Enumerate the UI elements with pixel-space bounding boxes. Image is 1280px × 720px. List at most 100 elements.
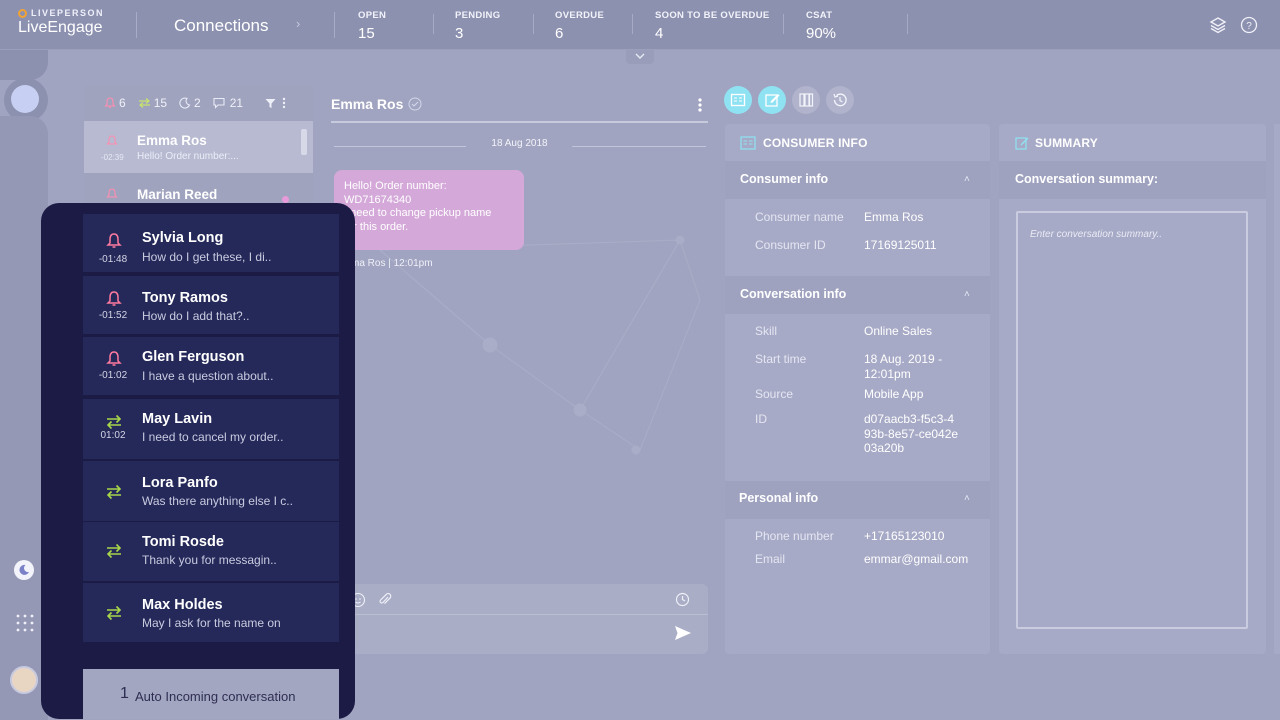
section-title: Personal info: [739, 491, 819, 505]
library-icon: [799, 93, 814, 107]
queue-item-time: -01:48: [98, 254, 128, 265]
kpi-open[interactable]: OPEN 15: [358, 10, 386, 42]
send-icon[interactable]: [673, 624, 693, 642]
field-value: 17169125011: [864, 238, 937, 252]
tab-library[interactable]: [792, 86, 820, 114]
summary-placeholder: Enter conversation summary..: [1030, 229, 1163, 240]
filter-icon[interactable]: [265, 98, 276, 109]
brand-logo[interactable]: LIVEPERSON LiveEngage: [18, 8, 104, 37]
field-label: Skill: [755, 324, 778, 338]
chevron-down-icon: [635, 53, 645, 59]
alerts-count: 6: [119, 96, 126, 110]
divider: [340, 614, 708, 615]
chat-more-icon[interactable]: [697, 98, 703, 112]
away-status-button[interactable]: [14, 560, 34, 580]
away-count: 2: [194, 96, 201, 110]
unread-dot: [282, 196, 289, 203]
messages-filter[interactable]: 21: [213, 96, 243, 110]
avatar[interactable]: [10, 666, 38, 694]
help-icon[interactable]: ?: [1240, 16, 1258, 34]
kpi-csat[interactable]: CSAT 90%: [806, 10, 836, 42]
agent-status-dot[interactable]: [11, 85, 39, 113]
bell-icon: [106, 233, 122, 248]
kpi-value: 3: [455, 25, 464, 42]
message-icon: [213, 97, 225, 109]
kpi-value: 6: [555, 25, 564, 42]
chevron-up-icon[interactable]: ˄: [964, 493, 970, 504]
queue-item[interactable]: -01:48 Sylvia Long How do I get these, I…: [83, 214, 339, 272]
transfers-count: 15: [153, 96, 168, 110]
chevron-up-icon[interactable]: ˄: [964, 289, 970, 300]
top-bar: LIVEPERSON LiveEngage Connections › OPEN…: [0, 0, 1280, 50]
edit-icon: [1015, 137, 1029, 150]
divider: [331, 121, 708, 123]
id-card-icon: [730, 93, 746, 107]
queue-item[interactable]: -01:52 Tony Ramos How do I add that?..: [83, 276, 339, 334]
clock-icon[interactable]: [675, 592, 690, 607]
section-title: Conversation info: [740, 287, 847, 301]
chevron-right-icon[interactable]: ›: [296, 16, 300, 31]
list-item[interactable]: -02:39 Emma Ros Hello! Order number:...: [84, 121, 313, 173]
tab-history[interactable]: [826, 86, 854, 114]
queue-item-preview: Was there anything else I c..: [142, 494, 293, 508]
auto-incoming-label: Auto Incoming conversation: [135, 689, 296, 704]
queue-item-preview: I have a question about..: [142, 369, 274, 383]
chevron-up-icon[interactable]: ˄: [964, 174, 970, 185]
queue-item-preview: Thank you for messagin..: [142, 553, 277, 567]
field-label: Consumer ID: [755, 238, 826, 252]
kpi-label: PENDING: [455, 10, 501, 21]
field-value: 18 Aug. 2019 - 12:01pm: [864, 352, 943, 381]
svg-text:?: ?: [1246, 21, 1252, 32]
kpi-pending[interactable]: PENDING 3: [455, 10, 500, 42]
more-vertical-icon[interactable]: [282, 97, 286, 109]
tab-consumer-info[interactable]: [724, 86, 752, 114]
apps-grid-icon[interactable]: [15, 613, 35, 633]
divider: [334, 12, 335, 38]
field-label: Source: [755, 387, 794, 401]
transfers-filter[interactable]: 15: [138, 96, 167, 110]
list-item-name: Emma Ros: [137, 133, 207, 148]
message-line: I need to change pickup name: [344, 207, 492, 219]
field-value: emmar@gmail.com: [864, 552, 969, 566]
tab-summary[interactable]: [758, 86, 786, 114]
verified-icon: [408, 97, 422, 111]
page-title[interactable]: Connections: [174, 16, 269, 36]
left-nav-top: [0, 50, 48, 80]
divider: [632, 14, 633, 34]
queue-item-preview: I need to cancel my order..: [142, 430, 284, 444]
list-filters: 6 15 2 21: [84, 86, 313, 120]
queue-item-time: -01:02: [98, 370, 128, 381]
field-value: d07aacb3-f5c3-493b-8e57-ce042e03a20b: [864, 412, 959, 455]
field-value: Mobile App: [864, 387, 924, 401]
auto-incoming-bar[interactable]: 1 Auto Incoming conversation: [83, 669, 339, 719]
attachment-icon[interactable]: [377, 592, 393, 608]
message-line: Hello! Order number:: [344, 180, 447, 192]
kpi-soon-overdue[interactable]: SOON TO BE OVERDUE 4: [655, 10, 770, 42]
transfer-icon: [138, 98, 150, 108]
auto-incoming-count: 1: [120, 685, 129, 702]
queue-item[interactable]: -01:02 Glen Ferguson I have a question a…: [83, 337, 339, 395]
alerts-filter[interactable]: 6: [104, 96, 126, 110]
queue-item[interactable]: 01:02 May Lavin I need to cancel my orde…: [83, 399, 339, 459]
transfer-icon: [106, 484, 122, 500]
list-item-time: -02:39: [101, 153, 124, 162]
kpi-label: SOON TO BE OVERDUE: [655, 10, 770, 21]
kpi-overdue[interactable]: OVERDUE 6: [555, 10, 604, 42]
queue-item[interactable]: Tomi Rosde Thank you for messagin..: [83, 522, 339, 581]
queue-item[interactable]: Lora Panfo Was there anything else I c..: [83, 461, 339, 521]
message-composer[interactable]: [340, 584, 708, 654]
queue-item-time: 01:02: [100, 430, 126, 441]
field-label: Consumer name: [755, 210, 844, 224]
edit-icon: [765, 94, 780, 107]
kpi-value: 4: [655, 25, 664, 42]
layers-icon[interactable]: [1209, 16, 1227, 34]
divider: [433, 14, 434, 34]
id-card-icon: [740, 136, 756, 150]
away-filter[interactable]: 2: [179, 96, 201, 110]
queue-item-name: Lora Panfo: [142, 475, 218, 491]
collapse-header-button[interactable]: [626, 50, 654, 64]
bell-icon: [106, 188, 118, 198]
queue-item[interactable]: Max Holdes May I ask for the name on: [83, 583, 339, 642]
list-scrollbar[interactable]: [301, 129, 307, 155]
summary-textarea[interactable]: [1016, 211, 1248, 629]
